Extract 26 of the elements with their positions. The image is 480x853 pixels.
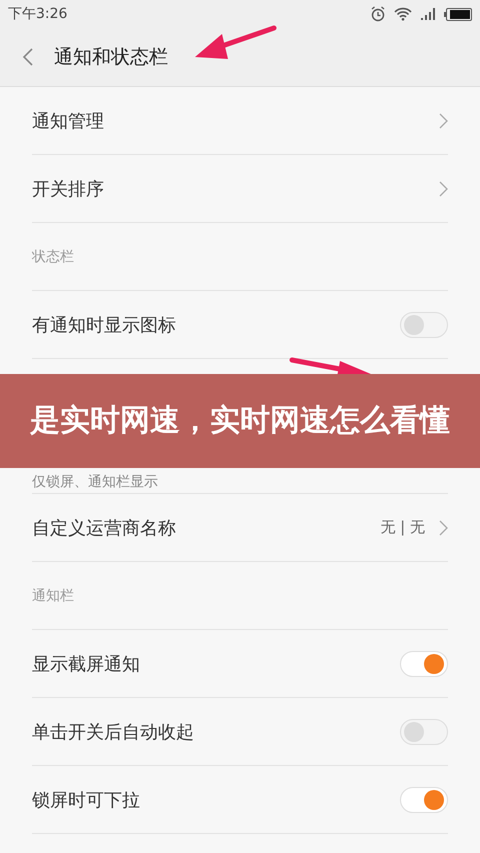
setting-label[interactable]: 单击开关后自动收起 — [32, 720, 390, 744]
banner-title: 是实时网速，实时网速怎么看懂 — [30, 402, 450, 440]
setting-label[interactable]: 通知管理 — [32, 108, 429, 132]
setting-label[interactable]: 锁屏时可下拉 — [32, 788, 390, 812]
setting-label[interactable]: 有通知时显示图标 — [32, 312, 390, 336]
battery-icon — [444, 8, 472, 20]
back-icon[interactable] — [22, 47, 34, 67]
toggle-switch[interactable] — [400, 650, 448, 676]
setting-label[interactable]: 自定义运营商名称 — [32, 516, 370, 540]
setting-label[interactable]: 显示截屏通知 — [32, 652, 390, 676]
chevron-icon[interactable] — [439, 520, 448, 536]
toggle-switch[interactable] — [400, 718, 448, 744]
section-label: 通知栏 — [32, 586, 74, 604]
page-title: 通知和状态栏 — [54, 45, 168, 70]
toggle-switch[interactable] — [400, 786, 448, 812]
signal-icon — [420, 8, 436, 20]
alarm-icon — [370, 6, 386, 22]
section-label: 状态栏 — [32, 248, 74, 266]
status-time: 下午3:26 — [8, 5, 68, 23]
setting-value: 无 | 无 — [380, 518, 425, 537]
toggle-switch[interactable] — [400, 312, 448, 338]
chevron-icon[interactable] — [439, 180, 448, 196]
chevron-icon[interactable] — [439, 112, 448, 128]
wifi-icon — [394, 7, 412, 21]
setting-description: 仅锁屏、通知栏显示 — [32, 473, 158, 491]
setting-label[interactable]: 开关排序 — [32, 176, 429, 200]
